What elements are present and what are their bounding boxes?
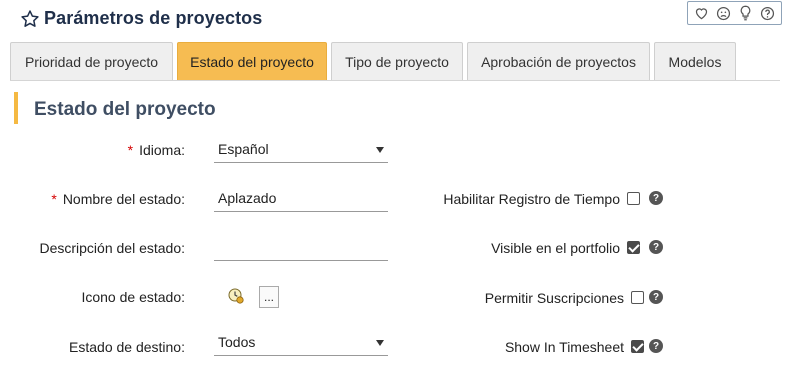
status-name-input[interactable]: Aplazado xyxy=(214,186,388,212)
tab-aprobacion[interactable]: Aprobación de proyectos xyxy=(467,42,650,80)
feedback-toolbar xyxy=(687,1,782,25)
help-icon[interactable]: ? xyxy=(649,290,663,304)
required-marker: * xyxy=(127,142,134,158)
status-name-label: Nombre del estado: xyxy=(62,191,185,207)
heart-icon[interactable] xyxy=(693,4,711,22)
description-label: Descripción del estado: xyxy=(39,240,185,256)
lightbulb-icon[interactable] xyxy=(736,4,754,22)
status-name-value: Aplazado xyxy=(218,190,277,206)
timesheet-label: Show In Timesheet xyxy=(504,339,624,355)
tab-bar: Prioridad de proyecto Estado del proyect… xyxy=(10,42,740,80)
help-icon[interactable]: ? xyxy=(649,339,663,353)
target-status-label: Estado de destino: xyxy=(69,339,185,355)
visible-portfolio-checkbox[interactable] xyxy=(627,241,640,254)
chevron-down-icon xyxy=(376,147,384,153)
help-icon[interactable]: ? xyxy=(649,240,663,254)
tab-tipo[interactable]: Tipo de proyecto xyxy=(331,42,463,80)
status-name-label-row: * Nombre del estado: xyxy=(30,191,185,207)
section-accent-bar xyxy=(14,92,18,124)
icon-label: Icono de estado: xyxy=(81,289,185,305)
tab-divider xyxy=(10,80,780,81)
sad-face-icon[interactable] xyxy=(715,4,733,22)
clock-status-icon[interactable] xyxy=(228,288,244,304)
subscriptions-label: Permitir Suscripciones xyxy=(484,290,624,306)
chevron-down-icon xyxy=(376,340,384,346)
timesheet-checkbox[interactable] xyxy=(631,340,644,353)
star-icon[interactable] xyxy=(20,9,40,29)
page-title: Parámetros de proyectos xyxy=(44,8,263,28)
visible-portfolio-label: Visible en el portfolio xyxy=(491,240,620,256)
description-input[interactable] xyxy=(214,235,388,261)
time-tracking-label: Habilitar Registro de Tiempo xyxy=(443,191,620,207)
tab-prioridad[interactable]: Prioridad de proyecto xyxy=(10,42,173,80)
subscriptions-checkbox[interactable] xyxy=(631,291,644,304)
target-status-select[interactable]: Todos xyxy=(214,330,388,356)
language-select[interactable]: Español xyxy=(214,137,388,163)
tab-estado[interactable]: Estado del proyecto xyxy=(177,42,327,80)
time-tracking-checkbox[interactable] xyxy=(627,192,640,205)
help-circle-icon[interactable] xyxy=(758,4,776,22)
help-icon[interactable]: ? xyxy=(649,191,663,205)
tab-modelos[interactable]: Modelos xyxy=(654,42,736,80)
language-value: Español xyxy=(218,141,269,157)
page-header: Parámetros de proyectos xyxy=(0,0,788,40)
section-title: Estado del proyecto xyxy=(34,99,216,120)
target-status-value: Todos xyxy=(218,334,256,350)
language-label: Idioma: xyxy=(139,142,185,158)
choose-icon-button[interactable]: ... xyxy=(259,286,279,308)
required-marker: * xyxy=(51,191,57,207)
language-label-row: * Idioma: xyxy=(60,142,185,158)
